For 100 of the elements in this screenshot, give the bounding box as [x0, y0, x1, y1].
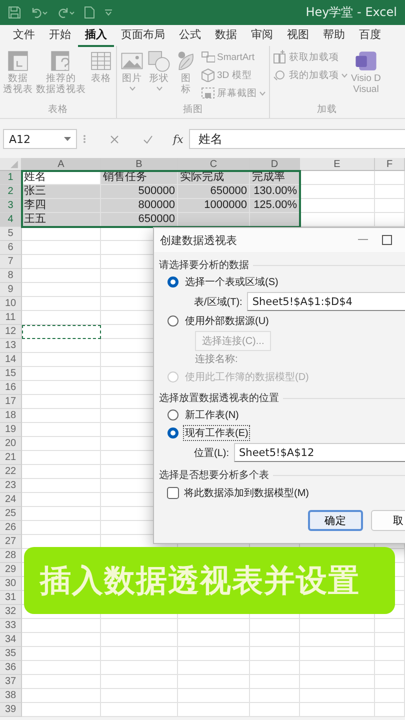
row-header[interactable]: 39: [0, 703, 22, 717]
radio-button[interactable]: [167, 315, 179, 327]
row-header[interactable]: 18: [0, 409, 22, 423]
table-cell: [178, 619, 250, 633]
table-cell: 李四: [22, 199, 101, 213]
input-field[interactable]: Sheet5!$A$12: [234, 443, 405, 462]
row-header[interactable]: 25: [0, 507, 22, 521]
check-icon[interactable]: [143, 134, 153, 144]
row-header[interactable]: 7: [0, 255, 22, 269]
ribbon-tab[interactable]: 数据: [208, 24, 244, 46]
column-header[interactable]: A: [22, 158, 101, 171]
add-in-icon: [273, 68, 287, 82]
checkbox-label[interactable]: 将此数据添加到数据模型(M): [184, 486, 309, 500]
select-all-corner[interactable]: [0, 158, 22, 171]
minimize-icon[interactable]: [358, 239, 368, 241]
row-header[interactable]: 38: [0, 689, 22, 703]
table-cell: 650000: [178, 185, 250, 199]
table-cell: 800000: [101, 199, 178, 213]
radio-button[interactable]: [167, 427, 179, 439]
column-header[interactable]: C: [178, 158, 250, 171]
input-field[interactable]: Sheet5!$A$1:$D$4: [247, 292, 405, 311]
customize-icon[interactable]: [104, 8, 113, 17]
row-header[interactable]: 3: [0, 199, 22, 213]
row-header[interactable]: 35: [0, 647, 22, 661]
row-header[interactable]: 20: [0, 437, 22, 451]
ribbon-tab[interactable]: 页面布局: [114, 24, 172, 46]
table-cell: [375, 199, 405, 213]
radio-label[interactable]: 使用外部数据源(U): [183, 313, 271, 329]
row-header[interactable]: 19: [0, 423, 22, 437]
radio-button[interactable]: [167, 409, 179, 421]
row-header[interactable]: 13: [0, 339, 22, 353]
radio-label[interactable]: 新工作表(N): [183, 407, 241, 423]
row-header[interactable]: 9: [0, 283, 22, 297]
ribbon-tab[interactable]: 百度: [352, 24, 388, 46]
row-header[interactable]: 1: [0, 171, 22, 185]
ribbon-tab[interactable]: 审阅: [244, 24, 280, 46]
row-header[interactable]: 12: [0, 325, 22, 339]
table-cell: [250, 689, 300, 703]
row-header[interactable]: 15: [0, 367, 22, 381]
row-header[interactable]: 30: [0, 577, 22, 591]
row-header[interactable]: 16: [0, 381, 22, 395]
ribbon-tab[interactable]: 文件: [6, 24, 42, 46]
ribbon-tab[interactable]: 开始: [42, 24, 78, 46]
row-header[interactable]: 26: [0, 521, 22, 535]
table-cell: 销售任务: [101, 171, 178, 185]
row-header[interactable]: 27: [0, 535, 22, 549]
insert-function-button[interactable]: fx: [173, 132, 184, 146]
row-header[interactable]: 32: [0, 605, 22, 619]
undo-icon[interactable]: [30, 6, 48, 19]
radio-label[interactable]: 现有工作表(E): [183, 425, 250, 441]
radio-button[interactable]: [167, 276, 179, 288]
row-header[interactable]: 28: [0, 549, 22, 563]
row-header[interactable]: 34: [0, 633, 22, 647]
cancel-icon[interactable]: [110, 134, 119, 144]
column-header[interactable]: B: [101, 158, 178, 171]
dialog-button[interactable]: 确定: [308, 510, 363, 531]
new-file-icon[interactable]: [84, 6, 95, 19]
table-cell: [375, 633, 405, 647]
save-icon[interactable]: [8, 6, 21, 19]
row-header[interactable]: 14: [0, 353, 22, 367]
table-cell: [375, 619, 405, 633]
store-icon: [273, 50, 287, 64]
ribbon-tab[interactable]: 插入: [78, 24, 114, 46]
formula-field[interactable]: 姓名: [189, 129, 405, 149]
row-header[interactable]: 17: [0, 395, 22, 409]
name-box[interactable]: A12: [3, 129, 77, 149]
ribbon-tab[interactable]: 帮助: [316, 24, 352, 46]
row-header[interactable]: 5: [0, 227, 22, 241]
row-header[interactable]: 36: [0, 661, 22, 675]
row-header[interactable]: 10: [0, 297, 22, 311]
dialog-button[interactable]: 取: [371, 510, 405, 531]
radio-label[interactable]: 选择一个表或区域(S): [183, 274, 280, 290]
row-header[interactable]: 24: [0, 493, 22, 507]
table-cell: 130.00%: [250, 185, 300, 199]
row-header[interactable]: 22: [0, 465, 22, 479]
ribbon-tab[interactable]: 公式: [172, 24, 208, 46]
column-header[interactable]: E: [300, 158, 375, 171]
row-header[interactable]: 2: [0, 185, 22, 199]
table-cell: 姓名: [22, 171, 101, 185]
row-header[interactable]: 29: [0, 563, 22, 577]
row-header[interactable]: 4: [0, 213, 22, 227]
table-cell: [375, 185, 405, 199]
row-header[interactable]: 37: [0, 675, 22, 689]
row-header[interactable]: 33: [0, 619, 22, 633]
column-header[interactable]: F: [375, 158, 405, 171]
ribbon-tab[interactable]: 视图: [280, 24, 316, 46]
screenshot-icon: [201, 86, 215, 100]
group-label: 表格: [47, 103, 69, 117]
row-header[interactable]: 8: [0, 269, 22, 283]
row-header[interactable]: 31: [0, 591, 22, 605]
cube-icon: [201, 68, 215, 82]
row-header[interactable]: 6: [0, 241, 22, 255]
column-header[interactable]: D: [250, 158, 300, 171]
checkbox[interactable]: [167, 487, 179, 499]
row-header[interactable]: 21: [0, 451, 22, 465]
redo-icon[interactable]: [57, 6, 75, 19]
table-cell: [250, 703, 300, 717]
row-header[interactable]: 11: [0, 311, 22, 325]
row-header[interactable]: 23: [0, 479, 22, 493]
maximize-icon[interactable]: [382, 235, 392, 245]
